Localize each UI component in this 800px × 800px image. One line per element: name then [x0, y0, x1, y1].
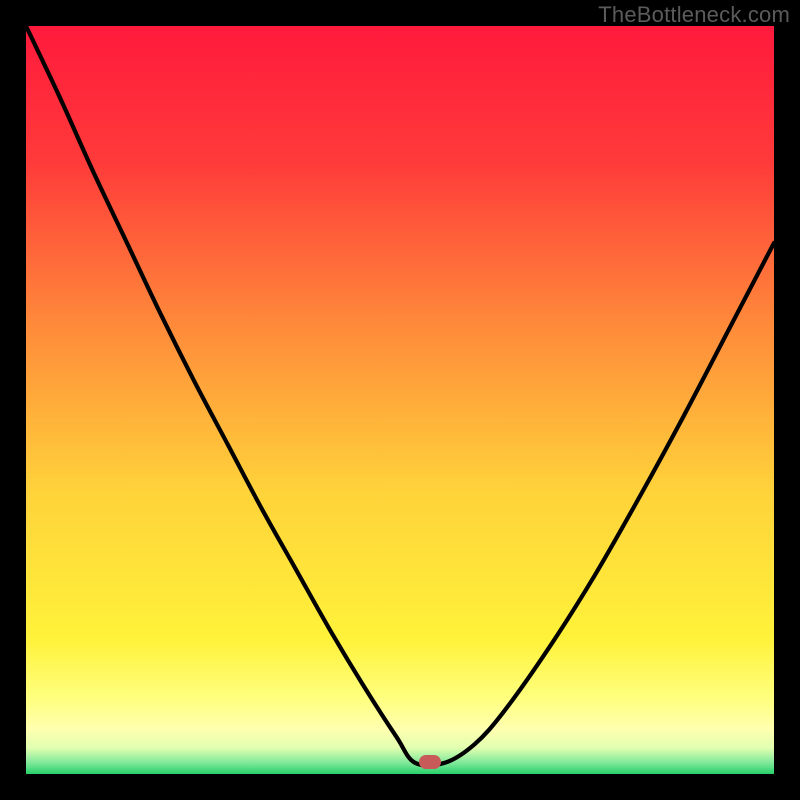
plot-area [26, 26, 774, 774]
watermark-text: TheBottleneck.com [598, 2, 790, 28]
chart-frame: TheBottleneck.com [0, 0, 800, 800]
bottleneck-curve [26, 26, 774, 774]
optimal-point-marker [419, 755, 441, 769]
